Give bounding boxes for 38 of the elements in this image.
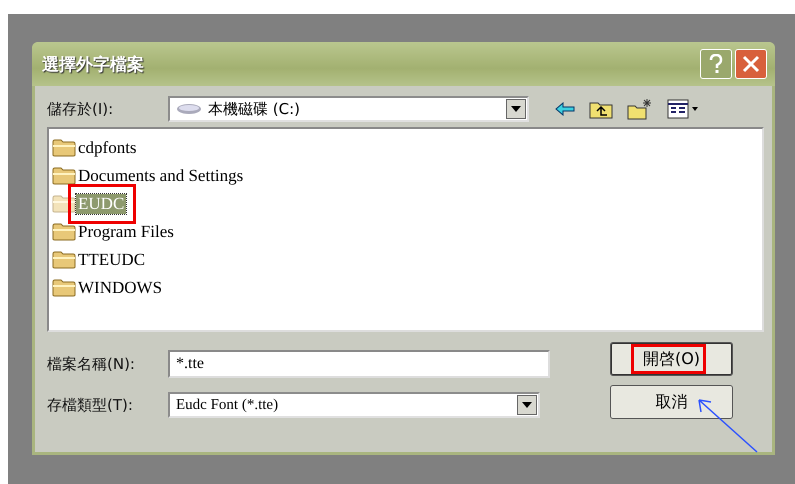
- folder-name: EUDC: [76, 194, 126, 214]
- dropdown-button[interactable]: [506, 99, 526, 119]
- folder-icon: [52, 167, 76, 185]
- close-icon: [742, 55, 760, 73]
- view-list-icon: [667, 99, 699, 119]
- folder-name: Documents and Settings: [77, 166, 244, 186]
- help-icon: [709, 54, 723, 74]
- file-name-label: 檔案名稱(N):: [47, 354, 136, 374]
- file-type-dropdown[interactable]: Eudc Font (*.tte): [168, 392, 540, 418]
- look-in-dropdown[interactable]: 本機磁碟 (C:): [168, 96, 529, 122]
- folder-icon: [52, 139, 76, 157]
- caret-icon: [522, 402, 532, 408]
- folder-name: TTEUDC: [77, 250, 146, 270]
- folder-name: Program Files: [77, 222, 175, 242]
- file-name-field[interactable]: *.tte: [168, 350, 550, 378]
- back-button[interactable]: [555, 102, 575, 116]
- folder-name: cdpfonts: [77, 138, 138, 158]
- help-button[interactable]: [700, 49, 732, 79]
- caret-icon: [511, 106, 521, 112]
- file-type-label: 存檔類型(T):: [47, 396, 134, 414]
- view-menu-button[interactable]: [667, 99, 699, 119]
- open-button[interactable]: 開啓(O): [610, 342, 733, 376]
- window-title: 選擇外字檔案: [42, 54, 145, 76]
- file-type-value: Eudc Font (*.tte): [176, 396, 280, 414]
- folder-icon: [52, 195, 76, 213]
- new-folder-icon: [627, 98, 653, 120]
- look-in-value: 本機磁碟 (C:): [208, 100, 301, 118]
- folder-icon: [52, 251, 76, 269]
- dropdown-button[interactable]: [517, 395, 537, 415]
- drive-icon: [176, 103, 202, 115]
- look-in-label: 儲存於(I):: [47, 100, 114, 118]
- cancel-button[interactable]: 取消: [610, 385, 733, 419]
- folder-name: WINDOWS: [77, 278, 164, 298]
- left-arrow-icon: [555, 102, 575, 116]
- close-button[interactable]: [735, 49, 767, 79]
- folder-icon: [52, 279, 76, 297]
- new-folder-button[interactable]: [627, 98, 653, 120]
- folder-icon: [52, 223, 76, 241]
